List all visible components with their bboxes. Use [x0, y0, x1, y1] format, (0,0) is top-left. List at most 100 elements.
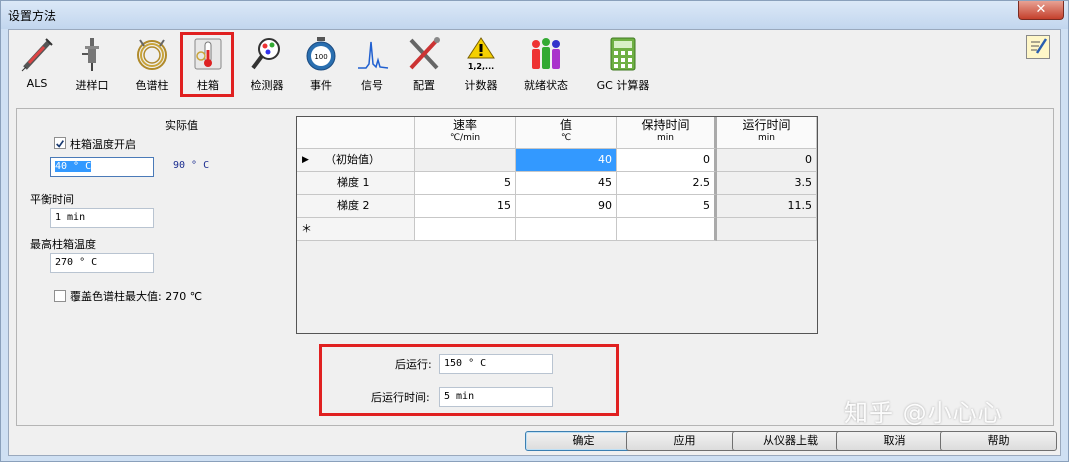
toolbar-item-gc-calculator[interactable]: GC 计算器 [592, 36, 654, 96]
toolbar-label: ALS [26, 77, 48, 90]
dialog-body: ALS 进样口 色谱柱 柱箱 检测器 100 事件 信号 配置 1,2,... … [8, 29, 1061, 456]
cell-run-time: 0 [717, 149, 817, 172]
people-status-icon [532, 38, 560, 69]
edit-notes-button[interactable] [1026, 35, 1050, 59]
apply-button[interactable]: 应用 [626, 431, 743, 451]
toolbar-item-column[interactable]: 色谱柱 [129, 36, 175, 96]
ok-button[interactable]: 确定 [525, 431, 642, 451]
toolbar-label: 色谱柱 [135, 79, 169, 92]
oven-setpoint-value: 40 ° C [55, 161, 92, 172]
toolbar-label: 配置 [413, 79, 435, 92]
table-row-new[interactable]: ＊ [297, 218, 415, 241]
column-header-title: 运行时间 [742, 118, 791, 132]
toolbar-label: 就绪状态 [524, 79, 568, 92]
override-column-max-checkbox[interactable] [54, 290, 66, 302]
column-header-unit: min [758, 133, 775, 143]
cell-rate [415, 149, 516, 172]
cancel-button[interactable]: 取消 [836, 431, 953, 451]
actual-value-header: 实际值 [165, 119, 198, 132]
stopwatch-icon: 100 [306, 37, 336, 71]
table-corner [297, 117, 415, 149]
new-row-marker: ＊ [301, 222, 312, 235]
svg-text:100: 100 [314, 53, 327, 61]
oven-temp-on-label: 柱箱温度开启 [70, 138, 136, 151]
cell-run-time [717, 218, 817, 241]
table-row-initial[interactable]: ▶ （初始值） [297, 149, 415, 172]
cell-value[interactable] [516, 218, 617, 241]
edit-notes-icon [1031, 38, 1048, 54]
override-column-max-label: 覆盖色谱柱最大值: 270 ℃ [70, 290, 203, 303]
column-header-run-time: 运行时间 min [717, 117, 817, 149]
inlet-icon [82, 38, 99, 71]
cell-value[interactable]: 40 [516, 149, 617, 172]
column-header-value: 值 ℃ [516, 117, 617, 149]
row-name: 梯度 2 [337, 199, 370, 212]
toolbar-item-inlet[interactable]: 进样口 [70, 36, 114, 96]
toolbar-label: 检测器 [250, 79, 284, 92]
row-name: （初始值） [325, 153, 380, 166]
toolbar-item-signals[interactable]: 信号 [356, 36, 389, 96]
column-header-title: 速率 [452, 118, 477, 132]
cell-rate[interactable] [415, 218, 516, 241]
column-header-hold-time: 保持时间 min [617, 117, 717, 149]
title-bar: 设置方法 ✕ [1, 1, 1068, 29]
upload-from-instrument-button[interactable]: 从仪器上载 [732, 431, 849, 451]
max-oven-temp-label: 最高柱箱温度 [30, 238, 96, 251]
cell-hold-time[interactable]: 2.5 [617, 172, 717, 195]
window-title: 设置方法 [8, 9, 57, 23]
cell-value[interactable]: 45 [516, 172, 617, 195]
cell-run-time: 11.5 [717, 195, 817, 218]
close-button[interactable]: ✕ [1018, 1, 1064, 20]
toolbar-label: 信号 [361, 79, 383, 92]
oven-program-table[interactable]: 速率 ℃/min 值 ℃ 保持时间 min 运行时间 min ▶ （初始值） 4… [296, 116, 818, 334]
toolbar-item-counters[interactable]: 1,2,... 计数器 [461, 36, 501, 96]
column-header-title: 值 [559, 118, 572, 132]
check-icon [56, 140, 65, 148]
table-row-ramp-1[interactable]: 梯度 1 [297, 172, 415, 195]
post-run-highlight [319, 344, 619, 416]
module-toolbar: ALS 进样口 色谱柱 柱箱 检测器 100 事件 信号 配置 1,2,... … [9, 30, 1060, 100]
cell-rate[interactable]: 5 [415, 172, 516, 195]
oven-setpoint-input[interactable]: 40 ° C [50, 157, 154, 177]
toolbar-label: GC 计算器 [596, 79, 650, 92]
oven-actual-temp: 90 ° C [173, 160, 210, 171]
column-header-unit: ℃/min [449, 133, 481, 143]
column-header-unit: ℃ [560, 133, 572, 143]
column-header-unit: min [657, 133, 674, 143]
cell-hold-time[interactable] [617, 218, 717, 241]
cell-hold-time[interactable]: 0 [617, 149, 717, 172]
toolbar-item-events[interactable]: 100 事件 [303, 36, 339, 96]
cell-hold-time[interactable]: 5 [617, 195, 717, 218]
cell-run-time: 3.5 [717, 172, 817, 195]
signal-peak-icon [358, 41, 389, 69]
row-name: 梯度 1 [337, 176, 370, 189]
toolbar-item-config[interactable]: 配置 [407, 36, 441, 96]
cell-value[interactable]: 90 [516, 195, 617, 218]
syringe-icon [21, 38, 53, 72]
counter-warning-icon: 1,2,... [467, 37, 495, 71]
tools-icon [409, 37, 440, 70]
column-header-title: 保持时间 [641, 118, 690, 132]
watermark: 知乎 @小心心 [844, 399, 1003, 427]
selected-tool-highlight [180, 32, 234, 97]
help-button[interactable]: 帮助 [940, 431, 1057, 451]
column-header-rate: 速率 ℃/min [415, 117, 516, 149]
column-coil-icon [137, 39, 167, 70]
toolbar-label: 进样口 [75, 79, 109, 92]
equilibration-time-label: 平衡时间 [30, 193, 74, 206]
max-oven-temp-input[interactable]: 270 ° C [50, 253, 154, 273]
toolbar-label: 计数器 [464, 79, 498, 92]
table-row-ramp-2[interactable]: 梯度 2 [297, 195, 415, 218]
current-row-marker: ▶ [302, 155, 309, 165]
toolbar-item-readiness[interactable]: 就绪状态 [520, 36, 572, 96]
counter-icon-text: 1,2,... [468, 62, 494, 71]
toolbar-label: 事件 [310, 79, 332, 92]
cell-rate[interactable]: 15 [415, 195, 516, 218]
calculator-icon [610, 37, 636, 71]
oven-temp-on-checkbox[interactable] [54, 137, 66, 149]
toolbar-item-als[interactable]: ALS [17, 36, 57, 96]
setup-method-dialog: 设置方法 ✕ ALS 进样口 色谱柱 柱箱 检测器 100 事件 信号 配置 1… [0, 0, 1069, 462]
toolbar-item-detector[interactable]: 检测器 [244, 36, 290, 96]
equilibration-time-input[interactable]: 1 min [50, 208, 154, 228]
detector-magnifier-icon [251, 38, 280, 70]
